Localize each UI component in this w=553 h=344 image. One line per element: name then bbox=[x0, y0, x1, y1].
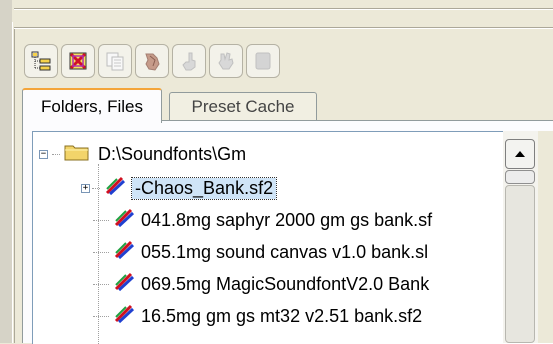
panel-border bbox=[14, 28, 15, 343]
tree-connector bbox=[92, 187, 100, 189]
hand-spread-button[interactable] bbox=[209, 44, 243, 78]
hand-up-icon bbox=[178, 50, 200, 72]
blank-icon bbox=[252, 50, 274, 72]
tree-item-label: D:\Soundfonts\Gm bbox=[98, 143, 247, 164]
left-splitter[interactable] bbox=[0, 0, 12, 343]
vertical-scrollbar[interactable] bbox=[503, 131, 538, 343]
tree-item-label: 16.5mg gm gs mt32 v2.51 bank.sf2 bbox=[141, 305, 423, 326]
scroll-up-button[interactable] bbox=[505, 139, 535, 169]
tab-folders-files[interactable]: Folders, Files bbox=[22, 88, 162, 123]
blank-button[interactable] bbox=[246, 44, 280, 78]
soundfont-icon bbox=[113, 271, 135, 298]
hand-spread-icon bbox=[215, 50, 237, 72]
soundfont-browser-window: Preset Cache Folders, Files − D:\Soundfo… bbox=[0, 0, 553, 344]
tree-item-label: 041.8mg saphyr 2000 gm gs bank.sf bbox=[141, 209, 433, 230]
tab-preset-cache[interactable]: Preset Cache bbox=[169, 92, 317, 120]
folder-icon bbox=[64, 142, 90, 167]
toolbar-divider-highlight bbox=[14, 28, 553, 29]
hand-button[interactable] bbox=[135, 44, 169, 78]
copy-icon bbox=[104, 50, 126, 72]
delete-icon bbox=[67, 50, 89, 72]
soundfont-icon bbox=[113, 239, 135, 266]
splitter-highlight bbox=[12, 0, 13, 343]
right-edge bbox=[538, 131, 553, 343]
delete-button[interactable] bbox=[61, 44, 95, 78]
hand-up-button[interactable] bbox=[172, 44, 206, 78]
tree-item-label: -Chaos_Bank.sf2 bbox=[130, 176, 278, 200]
tree-view-button[interactable] bbox=[24, 44, 58, 78]
tree-item[interactable]: 055.1mg sound canvas v1.0 bank.sl bbox=[93, 236, 428, 268]
top-panel bbox=[12, 0, 553, 22]
expand-toggle[interactable]: + bbox=[81, 184, 90, 193]
tree-connector bbox=[52, 153, 60, 155]
arrow-up-icon bbox=[514, 145, 526, 163]
soundfont-icon bbox=[113, 303, 135, 330]
soundfont-icon bbox=[104, 175, 126, 202]
hand-icon bbox=[141, 50, 163, 72]
tree-item[interactable]: 041.8mg saphyr 2000 gm gs bank.sf bbox=[93, 204, 432, 236]
tree-connector bbox=[93, 219, 109, 221]
tree-item[interactable]: 069.5mg MagicSoundfontV2.0 Bank bbox=[93, 268, 429, 300]
tree-connector bbox=[93, 315, 109, 317]
tree-connector bbox=[93, 251, 109, 253]
soundfont-icon bbox=[113, 207, 135, 234]
file-tree[interactable]: − D:\Soundfonts\Gm + -Chaos_Bank.sf2 041… bbox=[32, 131, 553, 344]
tree-view-icon bbox=[30, 50, 52, 72]
collapse-toggle[interactable]: − bbox=[39, 150, 48, 159]
scroll-thumb[interactable] bbox=[505, 170, 535, 184]
tree-connector bbox=[93, 283, 109, 285]
scroll-track[interactable] bbox=[505, 185, 535, 343]
tree-item[interactable]: 16.5mg gm gs mt32 v2.51 bank.sf2 bbox=[93, 300, 422, 332]
tree-root-row[interactable]: − D:\Soundfonts\Gm bbox=[39, 138, 246, 170]
copy-button[interactable] bbox=[98, 44, 132, 78]
tree-item-label: 055.1mg sound canvas v1.0 bank.sl bbox=[141, 241, 429, 262]
tree-item-label: 069.5mg MagicSoundfontV2.0 Bank bbox=[141, 273, 430, 294]
tree-item[interactable]: + -Chaos_Bank.sf2 bbox=[81, 172, 278, 204]
top-divider-highlight bbox=[14, 9, 553, 10]
